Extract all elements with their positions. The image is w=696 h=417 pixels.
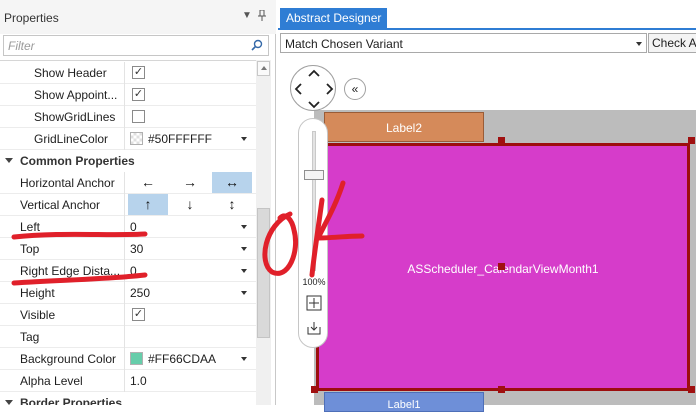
property-label: Show Appoint... (34, 88, 118, 102)
property-label: ShowGridLines (34, 110, 116, 124)
property-label: Left (20, 220, 41, 234)
show-appointments-checkbox[interactable]: ✓ (132, 88, 145, 101)
filter-input[interactable] (8, 38, 238, 53)
resize-handle[interactable] (688, 386, 695, 393)
double-chevron-left-icon[interactable]: « (344, 78, 366, 100)
right-edge-value[interactable]: 0 (130, 264, 137, 278)
property-row-show-header: Show Header ✓ (0, 62, 256, 84)
property-grid: Show Header ✓ Show Appoint... ✓ ShowGrid… (0, 60, 256, 405)
property-row-alpha-level[interactable]: Alpha Level 1.0 (0, 370, 256, 392)
category-common-properties[interactable]: Common Properties (0, 150, 256, 172)
property-label: GridLineColor (34, 132, 109, 146)
zoom-slider-thumb[interactable] (304, 170, 324, 180)
category-label: Common Properties (20, 154, 135, 168)
zoom-control: 100% (298, 118, 328, 348)
property-label: Vertical Anchor (20, 198, 101, 212)
zoom-slider-track[interactable] (312, 131, 316, 271)
abstract-designer-panel: Abstract Designer Match Chosen Variant C… (278, 0, 696, 412)
top-value[interactable]: 30 (130, 242, 143, 256)
search-icon[interactable] (251, 39, 263, 54)
anchor-top-button[interactable]: ↑ (128, 194, 168, 215)
panel-dropdown-icon[interactable]: ▼ (242, 10, 252, 21)
property-label: Alpha Level (20, 374, 83, 388)
property-row-background-color[interactable]: Background Color #FF66CDAA (0, 348, 256, 370)
tab-abstract-designer[interactable]: Abstract Designer (280, 8, 388, 28)
left-value[interactable]: 0 (130, 220, 137, 234)
visible-checkbox[interactable]: ✓ (132, 308, 145, 321)
property-label: Tag (20, 330, 40, 344)
scroll-up-arrow-icon[interactable] (257, 61, 270, 76)
gridline-color-swatch[interactable] (130, 132, 143, 145)
label1-view[interactable]: Label1 (324, 392, 484, 412)
property-label: Background Color (20, 352, 117, 366)
property-row-gridline-color[interactable]: GridLineColor #50FFFFFF (0, 128, 256, 150)
variant-select[interactable]: Match Chosen Variant (280, 33, 647, 53)
label2-view[interactable]: Label2 (324, 112, 484, 142)
scrollbar-thumb[interactable] (257, 208, 270, 338)
collapse-triangle-icon[interactable] (5, 158, 13, 163)
background-color-swatch[interactable] (130, 352, 143, 365)
chevron-down-icon[interactable] (241, 269, 247, 273)
chevron-down-icon[interactable] (241, 357, 247, 361)
property-row-tag[interactable]: Tag (0, 326, 256, 348)
property-row-vertical-anchor: Vertical Anchor ↑ ↓ ↕ (0, 194, 256, 216)
zoom-level: 100% (302, 277, 326, 287)
property-label: Right Edge Dista... (20, 264, 121, 278)
show-header-checkbox[interactable]: ✓ (132, 66, 145, 79)
property-row-show-appointments: Show Appoint... ✓ (0, 84, 256, 106)
properties-panel: Properties ▼ Show Header ✓ Show Appoint.… (0, 0, 276, 405)
anchor-both-horizontal-button[interactable]: ↔ (212, 172, 252, 193)
property-label: Height (20, 286, 55, 300)
resize-handle[interactable] (498, 137, 505, 144)
pin-icon[interactable] (258, 9, 266, 24)
collapse-triangle-icon[interactable] (5, 400, 13, 405)
property-row-horizontal-anchor: Horizontal Anchor ← → ↔ (0, 172, 256, 194)
anchor-left-button[interactable]: ← (128, 172, 168, 193)
property-label: Top (20, 242, 40, 256)
properties-header: Properties ▼ (0, 0, 276, 34)
chevron-down-icon[interactable] (241, 137, 247, 141)
vertical-scrollbar[interactable] (256, 60, 271, 405)
chevron-down-icon[interactable] (241, 225, 247, 229)
properties-title: Properties (4, 11, 59, 25)
category-label: Border Properties (20, 396, 123, 405)
fit-to-screen-icon[interactable] (306, 295, 322, 311)
property-row-right-edge-distance[interactable]: Right Edge Dista... 0 (0, 260, 256, 282)
resize-handle[interactable] (498, 263, 505, 270)
resize-handle[interactable] (498, 386, 505, 393)
chevron-down-icon[interactable] (241, 291, 247, 295)
chevron-down-icon[interactable] (636, 42, 642, 46)
variant-select-value: Match Chosen Variant (285, 37, 403, 51)
pan-navigation-pad[interactable] (290, 65, 336, 111)
export-icon[interactable] (306, 320, 322, 336)
property-row-left[interactable]: Left 0 (0, 216, 256, 238)
gridline-color-value: #50FFFFFF (148, 132, 213, 146)
background-color-value: #FF66CDAA (148, 352, 217, 366)
property-label: Show Header (34, 66, 107, 80)
property-row-height[interactable]: Height 250 (0, 282, 256, 304)
anchor-both-vertical-button[interactable]: ↕ (212, 194, 252, 215)
property-label: Visible (20, 308, 56, 322)
resize-handle[interactable] (688, 137, 695, 144)
filter-box[interactable] (3, 35, 269, 56)
show-gridlines-checkbox[interactable] (132, 110, 145, 123)
property-row-show-gridlines: ShowGridLines (0, 106, 256, 128)
property-label: Horizontal Anchor (20, 176, 115, 190)
anchor-bottom-button[interactable]: ↓ (170, 194, 210, 215)
check-button[interactable]: Check A (648, 33, 696, 53)
height-value[interactable]: 250 (130, 286, 150, 300)
resize-handle[interactable] (311, 386, 318, 393)
anchor-right-button[interactable]: → (170, 172, 210, 193)
arrows-icon (294, 69, 334, 109)
property-row-visible: Visible ✓ (0, 304, 256, 326)
alpha-level-value[interactable]: 1.0 (130, 374, 147, 388)
property-row-top[interactable]: Top 30 (0, 238, 256, 260)
category-border-properties[interactable]: Border Properties (0, 392, 256, 405)
chevron-down-icon[interactable] (241, 247, 247, 251)
